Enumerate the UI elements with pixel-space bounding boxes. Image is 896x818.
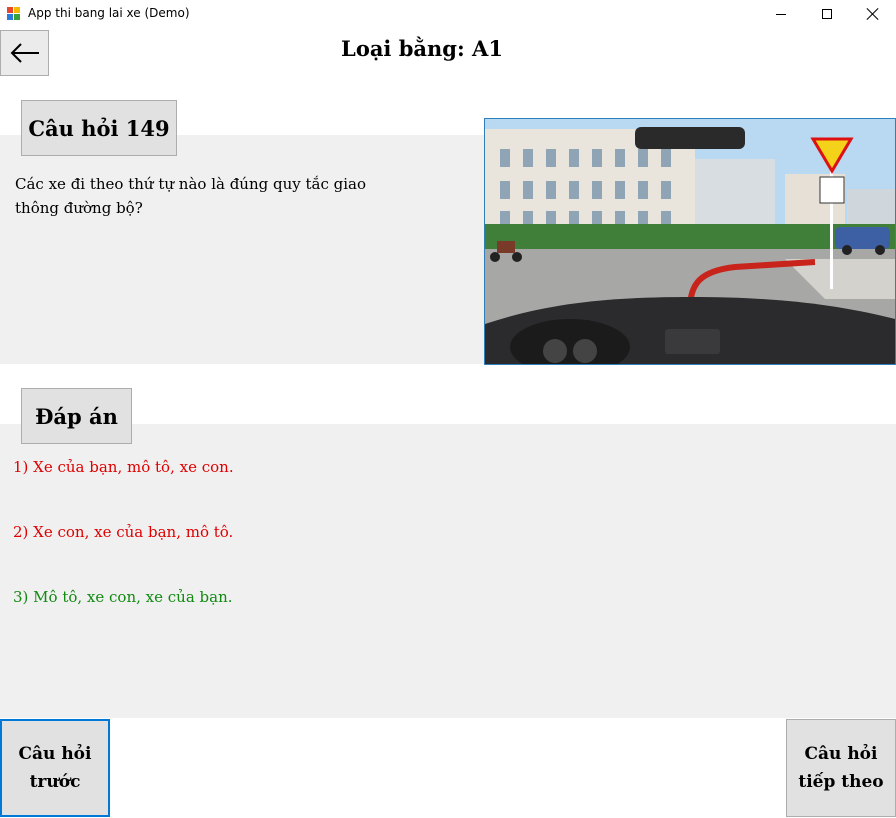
answer-option-3[interactable]: 3) Mô tô, xe con, xe của bạn. bbox=[13, 588, 233, 606]
question-number-label: Câu hỏi 149 bbox=[21, 100, 177, 156]
window-title: App thi bang lai xe (Demo) bbox=[28, 6, 190, 20]
next-question-label: Câu hỏi tiếp theo bbox=[798, 744, 884, 792]
question-text: Các xe đi theo thứ tự nào là đúng quy tắ… bbox=[15, 175, 367, 217]
window-titlebar: App thi bang lai xe (Demo) bbox=[0, 0, 896, 28]
minimize-button[interactable] bbox=[758, 0, 804, 28]
arrow-left-icon bbox=[10, 43, 39, 63]
page-title: Loại bằng: A1 bbox=[341, 36, 503, 61]
answer-option-2[interactable]: 2) Xe con, xe của bạn, mô tô. bbox=[13, 523, 233, 541]
maximize-button[interactable] bbox=[804, 0, 850, 28]
minimize-icon bbox=[776, 13, 786, 15]
question-image bbox=[484, 118, 896, 365]
previous-question-label: Câu hỏi trước bbox=[18, 744, 92, 792]
previous-question-button[interactable]: Câu hỏi trước bbox=[0, 719, 110, 817]
next-question-button[interactable]: Câu hỏi tiếp theo bbox=[786, 719, 896, 817]
answers-label: Đáp án bbox=[21, 388, 132, 444]
close-icon bbox=[867, 8, 879, 20]
close-button[interactable] bbox=[850, 0, 896, 28]
back-button[interactable] bbox=[0, 30, 49, 76]
maximize-icon bbox=[822, 9, 832, 19]
answer-option-1[interactable]: 1) Xe của bạn, mô tô, xe con. bbox=[13, 458, 234, 476]
app-icon bbox=[7, 7, 21, 21]
